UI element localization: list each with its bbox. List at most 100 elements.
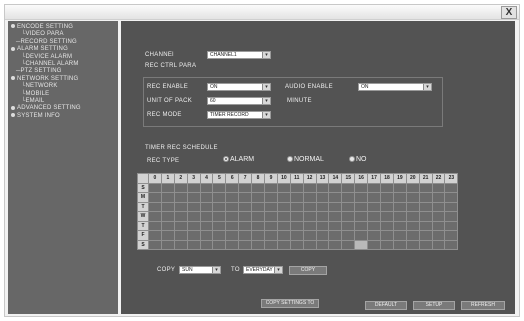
copy-from-select[interactable]: SUN ▾ [179, 266, 221, 274]
schedule-cell[interactable] [199, 220, 214, 231]
sidebar-item[interactable]: SYSTEM INFO [11, 113, 81, 120]
sidebar-item[interactable]: └DEVICE ALARM [11, 54, 81, 61]
schedule-cell[interactable] [354, 211, 369, 222]
schedule-cell[interactable] [328, 182, 343, 193]
schedule-cell[interactable] [431, 192, 446, 203]
schedule-cell[interactable] [186, 230, 201, 241]
schedule-cell[interactable] [225, 201, 240, 212]
schedule-cell[interactable] [264, 211, 278, 222]
schedule-cell[interactable] [367, 220, 382, 231]
schedule-cell[interactable] [315, 220, 330, 231]
schedule-cell[interactable] [392, 239, 407, 250]
setup-button[interactable]: SETUP [413, 301, 455, 310]
schedule-cell[interactable] [173, 239, 188, 250]
schedule-cell[interactable] [160, 230, 175, 241]
schedule-cell[interactable] [328, 211, 343, 222]
schedule-cell[interactable] [148, 239, 162, 250]
schedule-cell[interactable] [238, 192, 253, 203]
schedule-cell[interactable] [341, 211, 356, 222]
schedule-cell[interactable] [212, 239, 227, 250]
schedule-cell[interactable] [405, 201, 420, 212]
schedule-cell[interactable] [315, 192, 330, 203]
schedule-cell[interactable] [354, 230, 369, 241]
channel-select[interactable]: CHANNEL1 ▾ [207, 51, 271, 59]
default-button[interactable]: DEFAULT [365, 301, 407, 310]
schedule-cell[interactable] [392, 230, 407, 241]
sidebar-item[interactable]: └MOBILE [11, 91, 81, 98]
schedule-cell[interactable] [328, 230, 343, 241]
schedule-cell[interactable] [431, 182, 446, 193]
schedule-cell[interactable] [367, 192, 382, 203]
schedule-cell[interactable] [148, 211, 162, 222]
schedule-cell[interactable] [264, 182, 278, 193]
schedule-cell[interactable] [251, 182, 266, 193]
schedule-cell[interactable] [367, 182, 382, 193]
copy-settings-to-button[interactable]: COPY SETTINGS TO [261, 299, 319, 308]
schedule-cell[interactable] [276, 239, 291, 250]
schedule-cell[interactable] [186, 201, 201, 212]
schedule-cell[interactable] [199, 230, 214, 241]
sidebar-item[interactable]: ─PTZ SETTING [11, 68, 81, 75]
schedule-cell[interactable] [367, 230, 382, 241]
schedule-cell[interactable] [238, 220, 253, 231]
schedule-cell[interactable] [186, 192, 201, 203]
schedule-cell[interactable] [264, 239, 278, 250]
schedule-cell[interactable] [380, 220, 394, 231]
schedule-cell[interactable] [212, 230, 227, 241]
close-button[interactable]: X [501, 6, 517, 19]
schedule-cell[interactable] [199, 211, 214, 222]
schedule-cell[interactable] [354, 182, 369, 193]
sidebar-item[interactable]: └NETWORK [11, 83, 81, 90]
unit-of-pack-select[interactable]: 60 ▾ [207, 97, 271, 105]
audio-enable-select[interactable]: ON ▾ [358, 83, 432, 91]
schedule-cell[interactable] [380, 239, 394, 250]
schedule-cell[interactable] [302, 192, 317, 203]
schedule-cell[interactable] [341, 201, 356, 212]
schedule-cell[interactable] [276, 201, 291, 212]
schedule-cell[interactable] [315, 239, 330, 250]
schedule-cell[interactable] [444, 211, 459, 222]
schedule-cell[interactable] [431, 230, 446, 241]
copy-to-select[interactable]: EVERYDAY ▾ [243, 266, 283, 274]
schedule-cell[interactable] [148, 230, 162, 241]
schedule-cell[interactable] [418, 211, 433, 222]
schedule-cell[interactable] [148, 192, 162, 203]
schedule-cell[interactable] [160, 220, 175, 231]
schedule-cell[interactable] [186, 220, 201, 231]
schedule-cell[interactable] [392, 192, 407, 203]
schedule-cell[interactable] [354, 201, 369, 212]
radio-no[interactable]: NO [349, 156, 367, 163]
schedule-cell[interactable] [238, 182, 253, 193]
schedule-cell[interactable] [251, 192, 266, 203]
schedule-cell[interactable] [380, 211, 394, 222]
schedule-cell[interactable] [289, 192, 304, 203]
sidebar-item[interactable]: ─RECORD SETTING [11, 39, 81, 46]
schedule-cell[interactable] [418, 182, 433, 193]
schedule-cell[interactable] [315, 230, 330, 241]
schedule-cell[interactable] [405, 239, 420, 250]
schedule-cell[interactable] [225, 220, 240, 231]
schedule-cell[interactable] [225, 211, 240, 222]
schedule-cell[interactable] [341, 182, 356, 193]
schedule-cell[interactable] [354, 220, 369, 231]
schedule-cell[interactable] [238, 239, 253, 250]
sidebar-item[interactable]: └CHANNEL ALARM [11, 61, 81, 68]
schedule-cell[interactable] [367, 211, 382, 222]
schedule-cell[interactable] [444, 230, 459, 241]
schedule-cell[interactable] [148, 182, 162, 193]
schedule-cell[interactable] [405, 220, 420, 231]
schedule-cell[interactable] [186, 239, 201, 250]
schedule-cell[interactable] [392, 182, 407, 193]
schedule-cell[interactable] [186, 182, 201, 193]
rec-enable-select[interactable]: ON ▾ [207, 83, 271, 91]
schedule-cell[interactable] [199, 182, 214, 193]
schedule-cell[interactable] [405, 230, 420, 241]
schedule-cell[interactable] [380, 192, 394, 203]
schedule-cell[interactable] [225, 239, 240, 250]
schedule-cell[interactable] [148, 201, 162, 212]
schedule-cell[interactable] [444, 201, 459, 212]
schedule-cell[interactable] [212, 201, 227, 212]
schedule-cell[interactable] [444, 239, 459, 250]
schedule-cell[interactable] [418, 220, 433, 231]
schedule-cell[interactable] [173, 192, 188, 203]
